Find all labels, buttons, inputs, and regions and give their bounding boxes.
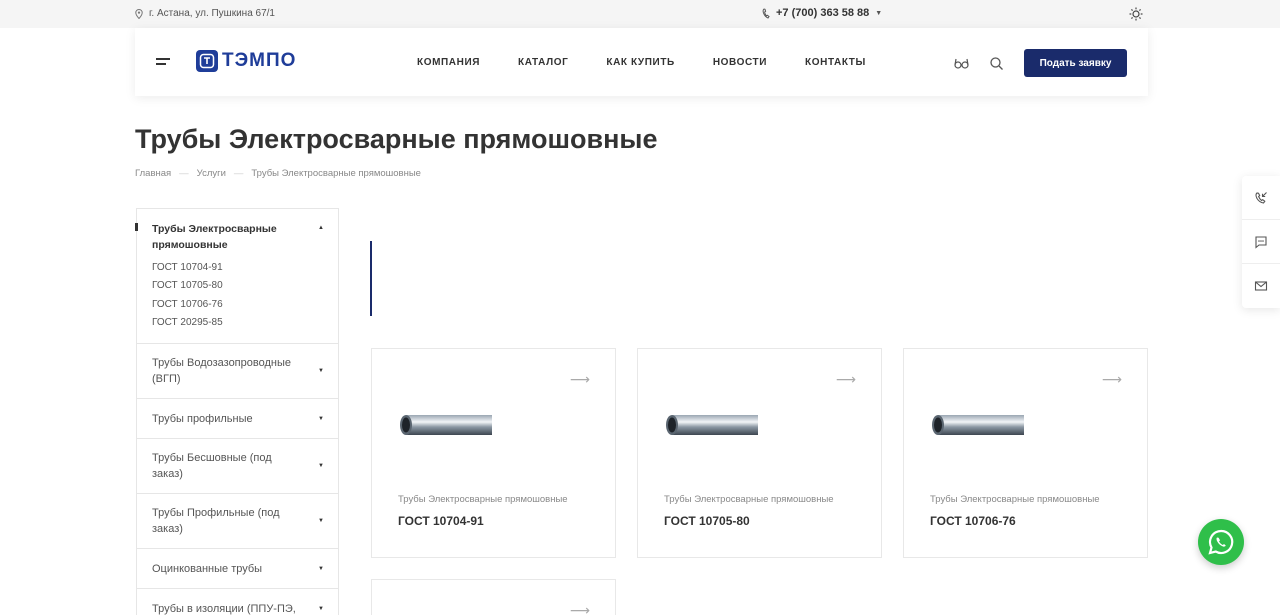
location-icon: [135, 8, 143, 19]
sidebar-item[interactable]: Трубы Бесшовные (под заказ) ▼: [137, 439, 338, 494]
search-icon[interactable]: [989, 56, 1004, 71]
breadcrumb-separator: —: [179, 168, 189, 179]
floating-contact-panel: [1242, 176, 1280, 308]
product-card[interactable]: ⟶ Трубы Электросварные прямошовные ГОСТ …: [903, 348, 1148, 558]
nav-item-catalog[interactable]: КАТАЛОГ: [518, 57, 568, 68]
sidebar-item[interactable]: Трубы Профильные (под заказ) ▼: [137, 494, 338, 549]
mail-button[interactable]: [1242, 264, 1280, 308]
arrow-right-icon[interactable]: ⟶: [836, 371, 856, 388]
topbar: г. Астана, ул. Пушкина 67/1 +7 (700) 363…: [0, 0, 1280, 28]
sidebar-active-title[interactable]: Трубы Электросварные прямошовные: [152, 221, 292, 253]
card-category: Трубы Электросварные прямошовные: [930, 494, 1100, 505]
menu-icon[interactable]: [156, 58, 170, 67]
product-card[interactable]: ⟶ Трубы Электросварные прямошовные ГОСТ …: [637, 348, 882, 558]
header-icons: [954, 56, 1004, 71]
breadcrumb: Главная — Услуги — Трубы Электросварные …: [135, 168, 421, 179]
caret-down-icon[interactable]: ▼: [318, 411, 324, 427]
sidebar-item[interactable]: Трубы Водозазопроводные (ВГП) ▼: [137, 344, 338, 399]
sidebar-item-label: Трубы Профильные (под заказ): [152, 507, 280, 535]
sun-icon[interactable]: [1129, 7, 1143, 21]
caret-down-icon[interactable]: ▼: [318, 513, 324, 529]
page-title: Трубы Электросварные прямошовные: [135, 124, 658, 154]
breadcrumb-services[interactable]: Услуги: [197, 168, 226, 179]
arrow-right-icon[interactable]: ⟶: [570, 602, 590, 615]
callback-button[interactable]: [1242, 176, 1280, 220]
sidebar-item-label: Трубы в изоляции (ППУ-ПЭ,: [152, 602, 296, 615]
breadcrumb-home[interactable]: Главная: [135, 168, 171, 179]
submit-request-button[interactable]: Подать заявку: [1024, 49, 1127, 77]
product-card[interactable]: ⟶: [371, 579, 616, 615]
sidebar-subitem[interactable]: ГОСТ 10706-76: [152, 296, 323, 314]
phone-dropdown[interactable]: +7 (700) 363 58 88 ▼: [762, 7, 882, 19]
sidebar-item-label: Трубы Бесшовные (под заказ): [152, 452, 272, 480]
chat-icon: [1255, 235, 1267, 249]
sidebar-item-label: Трубы Водозазопроводные (ВГП): [152, 357, 291, 385]
header: ТЭМПО КОМПАНИЯ КАТАЛОГ КАК КУПИТЬ НОВОСТ…: [135, 28, 1148, 96]
sidebar-item-active[interactable]: Трубы Электросварные прямошовные ▲ ГОСТ …: [135, 209, 338, 344]
caret-down-icon[interactable]: ▼: [318, 363, 324, 379]
logo-mark-icon: [196, 50, 218, 72]
pipe-image: [400, 415, 492, 435]
mail-icon: [1254, 281, 1268, 291]
breadcrumb-separator: —: [233, 168, 244, 179]
main-nav: КОМПАНИЯ КАТАЛОГ КАК КУПИТЬ НОВОСТИ КОНТ…: [417, 57, 866, 68]
accent-line: [370, 241, 372, 316]
card-category: Трубы Электросварные прямошовные: [398, 494, 568, 505]
sidebar-subitems: ГОСТ 10704-91 ГОСТ 10705-80 ГОСТ 10706-7…: [152, 259, 323, 332]
glasses-icon[interactable]: [954, 56, 969, 71]
logo[interactable]: ТЭМПО: [196, 50, 296, 72]
nav-item-company[interactable]: КОМПАНИЯ: [417, 57, 480, 68]
nav-item-news[interactable]: НОВОСТИ: [713, 57, 767, 68]
chat-button[interactable]: [1242, 220, 1280, 264]
logo-text: ТЭМПО: [222, 50, 297, 71]
pipe-image: [932, 415, 1024, 435]
sidebar-subitem[interactable]: ГОСТ 10705-80: [152, 277, 323, 295]
nav-item-how-to-buy[interactable]: КАК КУПИТЬ: [606, 57, 674, 68]
sidebar-item-label: Трубы профильные: [152, 412, 253, 425]
whatsapp-icon: [1208, 529, 1234, 555]
caret-up-icon[interactable]: ▲: [318, 225, 324, 231]
sidebar-subitem[interactable]: ГОСТ 20295-85: [152, 314, 323, 332]
sidebar-item[interactable]: Трубы в изоляции (ППУ-ПЭ, ▼: [137, 589, 338, 615]
breadcrumb-current: Трубы Электросварные прямошовные: [251, 168, 421, 179]
sidebar: Трубы Электросварные прямошовные ▲ ГОСТ …: [135, 208, 339, 615]
sidebar-item[interactable]: Оцинкованные трубы ▼: [137, 549, 338, 589]
nav-item-contacts[interactable]: КОНТАКТЫ: [805, 57, 866, 68]
card-category: Трубы Электросварные прямошовные: [664, 494, 834, 505]
phone-number[interactable]: +7 (700) 363 58 88: [776, 7, 869, 19]
arrow-right-icon[interactable]: ⟶: [1102, 371, 1122, 388]
caret-down-icon[interactable]: ▼: [318, 561, 324, 577]
card-title[interactable]: ГОСТ 10706-76: [930, 514, 1016, 528]
caret-down-icon[interactable]: ▼: [318, 458, 324, 474]
sidebar-subitem[interactable]: ГОСТ 10704-91: [152, 259, 323, 277]
sidebar-item-label: Оцинкованные трубы: [152, 562, 263, 575]
callback-icon: [1255, 191, 1267, 204]
card-title[interactable]: ГОСТ 10704-91: [398, 514, 484, 528]
address-text: г. Астана, ул. Пушкина 67/1: [149, 8, 275, 19]
phone-icon: [762, 7, 770, 19]
product-card[interactable]: ⟶ Трубы Электросварные прямошовные ГОСТ …: [371, 348, 616, 558]
caret-down-icon[interactable]: ▼: [318, 601, 324, 615]
sidebar-item[interactable]: Трубы профильные ▼: [137, 399, 338, 439]
address: г. Астана, ул. Пушкина 67/1: [135, 8, 275, 19]
card-title[interactable]: ГОСТ 10705-80: [664, 514, 750, 528]
pipe-image: [666, 415, 758, 435]
chevron-down-icon: ▼: [875, 9, 883, 17]
arrow-right-icon[interactable]: ⟶: [570, 371, 590, 388]
whatsapp-button[interactable]: [1198, 519, 1244, 565]
